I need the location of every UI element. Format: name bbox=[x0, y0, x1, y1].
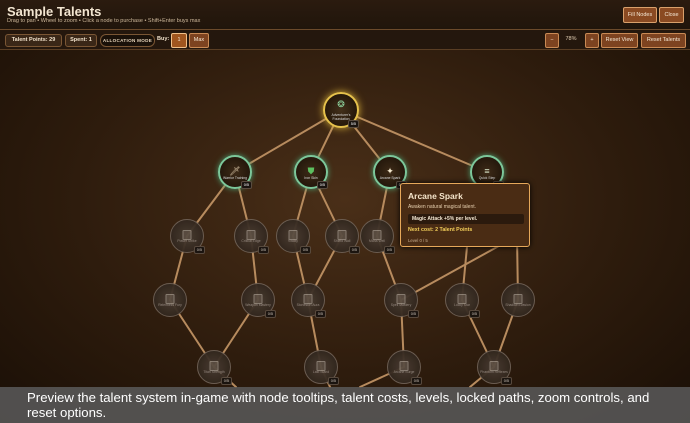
talent-node-level: 0/5 bbox=[407, 310, 419, 318]
talent-node-warrior-training[interactable]: 🗡 Warrior Training 0/5 bbox=[218, 155, 252, 189]
sword-icon: 🗡 bbox=[229, 166, 241, 176]
tooltip-cost: Next cost: 2 Talent Points bbox=[408, 227, 473, 233]
tooltip-title: Arcane Spark bbox=[408, 191, 463, 201]
talent-node-arcane-surge[interactable]: Arcane Surge 0/5 bbox=[387, 350, 422, 385]
fill-nodes-button[interactable]: Fill Nodes bbox=[623, 7, 657, 23]
spent-badge: Spent: 1 bbox=[65, 34, 97, 47]
talent-node-level: 0/5 bbox=[299, 246, 311, 254]
talent-points-badge: Talent Points: 29 bbox=[5, 34, 62, 47]
talent-node-label: Critical Edge bbox=[241, 239, 261, 243]
talent-node-label: Power Strike bbox=[177, 239, 197, 243]
talent-node-label: Phantom Reflexes bbox=[480, 370, 508, 374]
star-emblem-icon: ❂ bbox=[337, 99, 345, 109]
speed-lines-icon: ≡ bbox=[484, 166, 490, 176]
tooltip-effect: Magic Attack +5% per level. bbox=[412, 216, 478, 222]
talent-node-level: 0/5 bbox=[327, 377, 339, 385]
zoom-out-button[interactable]: − bbox=[545, 33, 559, 48]
talent-node-label: Weapon Mastery bbox=[245, 303, 271, 307]
talent-node-label: Spell Mastery bbox=[390, 303, 412, 307]
talent-node-mana-well[interactable]: Mana Well 0/5 bbox=[360, 219, 395, 254]
talent-node-label: Last Stand bbox=[312, 370, 330, 374]
talent-node-titan-strength[interactable]: Titan Strength 0/5 bbox=[197, 350, 232, 385]
sparkle-icon: ✦ bbox=[386, 166, 394, 176]
talent-node-label: Lucky Star bbox=[453, 303, 471, 307]
talent-node-label: Shadow Evasion bbox=[505, 303, 531, 307]
talent-node-level: 0/5 bbox=[257, 246, 269, 254]
controls-hint: Drag to pan • Wheel to zoom • Click a no… bbox=[7, 18, 201, 24]
reset-talents-button[interactable]: Reset Talents bbox=[641, 33, 686, 48]
talent-tree-canvas[interactable]: ❂ Adventurer's Foundation 5/5 🗡 Warrior … bbox=[0, 50, 690, 423]
caption-banner: Preview the talent system in-game with n… bbox=[0, 387, 690, 423]
talent-node-stoneskin[interactable]: Stoneskin Aura 0/5 bbox=[291, 283, 326, 318]
talent-node-level: 0/5 bbox=[383, 246, 395, 254]
talent-node-label: Quick Step bbox=[478, 176, 496, 180]
talent-node-root[interactable]: ❂ Adventurer's Foundation 5/5 bbox=[323, 92, 359, 128]
talent-node-label: Vitality bbox=[288, 239, 298, 243]
talent-node-level: 0/5 bbox=[500, 377, 512, 385]
toolbar: Talent Points: 29 Spent: 1 ALLOCATION MO… bbox=[0, 30, 690, 50]
talent-node-label: Mana Well bbox=[369, 239, 385, 243]
talent-node-level: 0/5 bbox=[193, 246, 205, 254]
talent-node-level: 0/5 bbox=[264, 310, 276, 318]
reset-view-button[interactable]: Reset View bbox=[601, 33, 638, 48]
zoom-in-button[interactable]: + bbox=[585, 33, 599, 48]
talent-node-label: Warrior Training bbox=[223, 176, 247, 180]
talent-node-label: Relentless Fury bbox=[158, 303, 182, 307]
talent-node-critical-edge[interactable]: Critical Edge 0/5 bbox=[234, 219, 269, 254]
talent-node-shadow-evasion[interactable]: Shadow Evasion bbox=[501, 283, 535, 317]
talent-node-label: Arcane Spark bbox=[379, 176, 401, 180]
talent-node-label: Shield Wall bbox=[333, 239, 351, 243]
talent-tooltip: Arcane Spark Awaken natural magical tale… bbox=[400, 183, 530, 247]
talent-node-power-strike[interactable]: Power Strike 0/5 bbox=[170, 219, 205, 254]
talent-node-weapon-mastery[interactable]: Weapon Mastery 0/5 bbox=[241, 283, 276, 318]
talent-node-label: Iron Skin bbox=[304, 176, 318, 180]
talent-node-label: Arcane Surge bbox=[393, 370, 415, 374]
talent-node-level: 0/5 bbox=[468, 310, 480, 318]
talent-node-phantom-reflexes[interactable]: Phantom Reflexes 0/5 bbox=[477, 350, 512, 385]
talent-node-level: 0/5 bbox=[220, 377, 232, 385]
tooltip-effect-box: Magic Attack +5% per level. bbox=[408, 214, 524, 224]
talent-node-vitality[interactable]: Vitality 0/5 bbox=[276, 219, 311, 254]
buy-amount-input[interactable]: 1 bbox=[171, 33, 187, 48]
talent-node-shield-wall[interactable]: Shield Wall 0/5 bbox=[325, 219, 360, 254]
talent-node-level: 0/5 bbox=[410, 377, 422, 385]
talent-node-spell-mastery[interactable]: Spell Mastery 0/5 bbox=[384, 283, 419, 318]
app-title: Sample Talents bbox=[7, 4, 102, 19]
edge bbox=[340, 109, 488, 173]
talent-node-level: 0/5 bbox=[240, 181, 252, 189]
allocation-mode-toggle[interactable]: ALLOCATION MODE bbox=[100, 34, 155, 47]
tooltip-description: Awaken natural magical talent. bbox=[408, 204, 477, 210]
talent-node-label: Stoneskin Aura bbox=[296, 303, 320, 307]
talent-node-level: 0/5 bbox=[316, 181, 328, 189]
zoom-level: 78% bbox=[565, 36, 577, 42]
talent-node-last-stand[interactable]: Last Stand 0/5 bbox=[304, 350, 339, 385]
talent-node-level: 5/5 bbox=[347, 120, 359, 128]
talent-node-iron-skin[interactable]: ⛊ Iron Skin 0/5 bbox=[294, 155, 328, 189]
talent-node-level: 0/5 bbox=[348, 246, 360, 254]
tooltip-level: Level 0 / 5 bbox=[408, 238, 428, 243]
buy-label: Buy: bbox=[157, 36, 170, 42]
talent-node-relentless[interactable]: Relentless Fury bbox=[153, 283, 187, 317]
caption-text: Preview the talent system in-game with n… bbox=[27, 390, 650, 420]
close-button[interactable]: Close bbox=[659, 7, 684, 23]
header-bar: Sample Talents Drag to pan • Wheel to zo… bbox=[0, 0, 690, 30]
talent-node-level: 0/5 bbox=[314, 310, 326, 318]
shield-icon: ⛊ bbox=[307, 166, 315, 176]
talent-node-lucky-star[interactable]: Lucky Star 0/5 bbox=[445, 283, 480, 318]
talent-node-label: Titan Strength bbox=[203, 370, 225, 374]
buy-max-button[interactable]: Max bbox=[189, 33, 209, 48]
